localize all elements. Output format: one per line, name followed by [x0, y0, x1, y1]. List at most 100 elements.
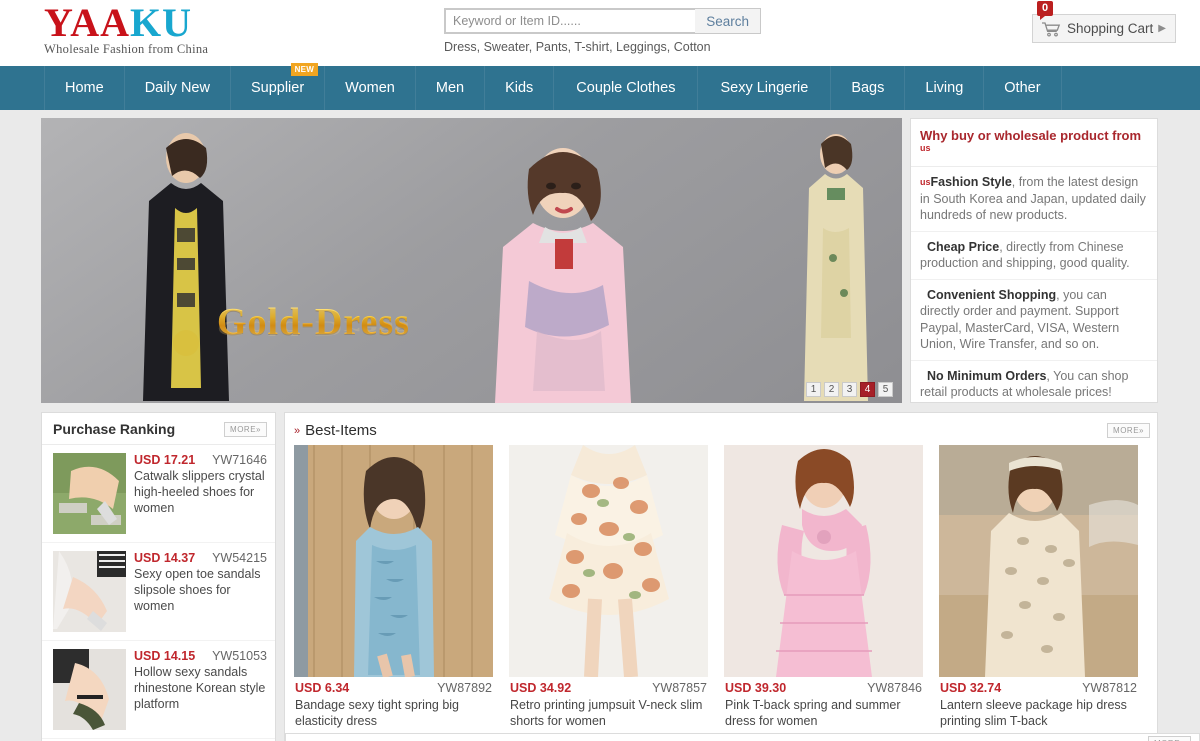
cart-area: 0 Shopping Cart ▶: [1032, 14, 1176, 43]
logo-part-yaa: YAA: [44, 0, 130, 45]
product-card[interactable]: USD 39.30 YW87846 Pink T-back spring and…: [724, 445, 923, 729]
product-card[interactable]: USD 34.92 YW87857 Retro printing jumpsui…: [509, 445, 708, 729]
nav-label: Home: [65, 80, 104, 96]
why-buy-title-text: Why buy or wholesale product from: [920, 128, 1141, 143]
ranking-item-name[interactable]: Catwalk slippers crystal high-heeled sho…: [134, 468, 267, 516]
why-item-lead: Convenient Shopping: [927, 288, 1056, 302]
amount: 6.34: [325, 681, 349, 695]
ranking-item-price: USD 14.37: [134, 551, 195, 565]
cart-label: Shopping Cart: [1067, 21, 1153, 36]
best-items-title-text: Best-Items: [305, 422, 377, 439]
product-price: USD 39.30: [725, 681, 786, 695]
currency: USD: [134, 453, 160, 467]
product-name[interactable]: Lantern sleeve package hip dress printin…: [940, 697, 1137, 729]
product-name[interactable]: Retro printing jumpsuit V-neck slim shor…: [510, 697, 707, 729]
banner-model-left-image: [111, 128, 261, 403]
purchase-ranking-panel: Purchase Ranking MORE» USD 17.21 YW71646…: [41, 412, 276, 741]
currency: USD: [940, 681, 966, 695]
product-priceline: USD 39.30 YW87846: [725, 681, 922, 695]
nav-item-sexy-lingerie[interactable]: Sexy Lingerie: [698, 66, 831, 110]
currency: USD: [510, 681, 536, 695]
search-button[interactable]: Search: [695, 9, 760, 33]
nav-item-couple-clothes[interactable]: Couple Clothes: [554, 66, 698, 110]
ranking-item-name[interactable]: Sexy open toe sandals slipsole shoes for…: [134, 566, 267, 614]
list-item[interactable]: USD 17.21 YW71646 Catwalk slippers cryst…: [42, 445, 275, 543]
product-name[interactable]: Bandage sexy tight spring big elasticity…: [295, 697, 492, 729]
why-item-lead: Cheap Price: [927, 240, 999, 254]
nav-label: Men: [436, 80, 464, 96]
logo-text: YAAKU: [44, 2, 304, 44]
nav-item-home[interactable]: Home: [44, 66, 125, 110]
why-buy-title-suffix: us: [920, 143, 931, 153]
ranking-item-sku: YW51053: [212, 649, 267, 663]
currency: USD: [134, 649, 160, 663]
search-area: Search Dress, Sweater, Pants, T-shirt, L…: [444, 8, 764, 54]
banner-model-center-image: [471, 131, 656, 403]
nav-item-women[interactable]: Women: [325, 66, 416, 110]
ranking-item-name[interactable]: Hollow sexy sandals rhinestone Korean st…: [134, 664, 267, 712]
banner-page-3[interactable]: 3: [842, 382, 857, 397]
product-priceline: USD 6.34 YW87892: [295, 681, 492, 695]
product-meta: USD 39.30 YW87846 Pink T-back spring and…: [724, 677, 923, 729]
nav-item-men[interactable]: Men: [416, 66, 485, 110]
why-item-no-minimum-orders: No Minimum Orders, You can shop retail p…: [911, 361, 1157, 404]
purchase-ranking-header: Purchase Ranking MORE»: [42, 413, 275, 445]
ranking-item-thumbnail: [53, 551, 126, 632]
best-items-more-button[interactable]: MORE»: [1107, 423, 1150, 438]
why-us-prefix: us: [920, 177, 931, 187]
nav-item-daily-new[interactable]: Daily New: [125, 66, 231, 110]
logo-part-ku: KU: [130, 0, 192, 45]
search-suggested-keywords[interactable]: Dress, Sweater, Pants, T-shirt, Leggings…: [444, 40, 764, 54]
banner-caption: Gold-Dress: [217, 300, 410, 344]
nav-item-bags[interactable]: Bags: [831, 66, 905, 110]
hero-banner[interactable]: Gold-Dress Gold-Dress 1 2 3 4 5: [41, 118, 902, 403]
nav-label: Bags: [851, 80, 884, 96]
shopping-cart-button[interactable]: 0 Shopping Cart ▶: [1032, 14, 1176, 43]
purchase-ranking-more-button[interactable]: MORE»: [224, 422, 267, 437]
product-image[interactable]: [724, 445, 923, 677]
banner-page-5[interactable]: 5: [878, 382, 893, 397]
next-section-more-button[interactable]: MORE»: [1148, 736, 1191, 741]
product-card[interactable]: USD 32.74 YW87812 Lantern sleeve package…: [939, 445, 1138, 729]
product-sku: YW87892: [437, 681, 492, 695]
banner-page-1[interactable]: 1: [806, 382, 821, 397]
product-card[interactable]: USD 6.34 YW87892 Bandage sexy tight spri…: [294, 445, 493, 729]
nav-item-other[interactable]: Other: [984, 66, 1061, 110]
ranking-item-priceline: USD 14.15 YW51053: [134, 649, 267, 663]
site-header: YAAKU Wholesale Fashion from China Searc…: [0, 0, 1200, 66]
amount: 39.30: [755, 681, 786, 695]
banner-page-2[interactable]: 2: [824, 382, 839, 397]
product-image[interactable]: [939, 445, 1138, 677]
why-item-fashion-style: usFashion Style, from the latest design …: [911, 167, 1157, 232]
nav-label: Sexy Lingerie: [720, 80, 808, 96]
nav-item-supplier[interactable]: Supplier NEW: [231, 66, 325, 110]
site-logo[interactable]: YAAKU Wholesale Fashion from China: [44, 2, 304, 57]
nav-item-living[interactable]: Living: [905, 66, 984, 110]
best-items-title: » Best-Items: [294, 422, 377, 439]
search-input[interactable]: [445, 9, 695, 33]
best-items-panel: » Best-Items MORE»: [284, 412, 1158, 741]
product-meta: USD 34.92 YW87857 Retro printing jumpsui…: [509, 677, 708, 729]
product-priceline: USD 32.74 YW87812: [940, 681, 1137, 695]
nav-label: Supplier: [251, 80, 304, 96]
amount: 14.37: [164, 551, 195, 565]
new-badge: NEW: [291, 63, 319, 76]
product-image[interactable]: [294, 445, 493, 677]
page-root: YAAKU Wholesale Fashion from China Searc…: [0, 0, 1200, 741]
product-price: USD 34.92: [510, 681, 571, 695]
hero-row: Gold-Dress Gold-Dress 1 2 3 4 5 Why buy …: [0, 110, 1200, 406]
list-item[interactable]: USD 14.15 YW51053 Hollow sexy sandals rh…: [42, 641, 275, 739]
nav-item-kids[interactable]: Kids: [485, 66, 554, 110]
list-item[interactable]: USD 14.37 YW54215 Sexy open toe sandals …: [42, 543, 275, 641]
amount: 32.74: [970, 681, 1001, 695]
best-items-header: » Best-Items MORE»: [285, 413, 1157, 445]
product-image[interactable]: [509, 445, 708, 677]
product-meta: USD 6.34 YW87892 Bandage sexy tight spri…: [294, 677, 493, 729]
why-buy-panel: Why buy or wholesale product from us usF…: [910, 118, 1158, 403]
ranking-item-thumbnail: [53, 453, 126, 534]
amount: 14.15: [164, 649, 195, 663]
banner-page-4[interactable]: 4: [860, 382, 875, 397]
amount: 34.92: [540, 681, 571, 695]
product-name[interactable]: Pink T-back spring and summer dress for …: [725, 697, 922, 729]
ranking-item-price: USD 17.21: [134, 453, 195, 467]
